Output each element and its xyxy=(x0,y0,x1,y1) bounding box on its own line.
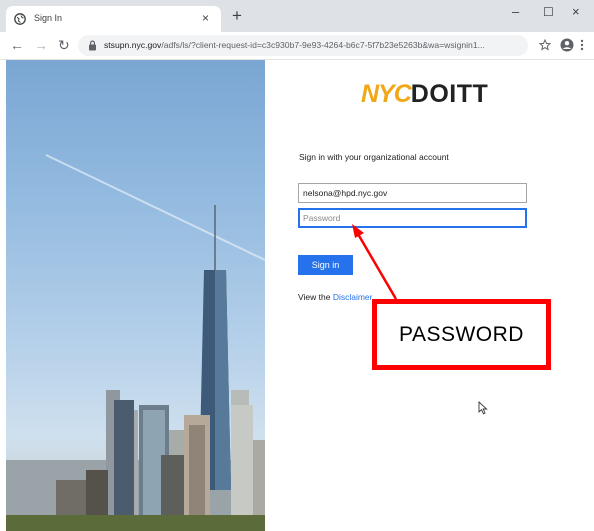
menu-icon[interactable] xyxy=(580,39,584,51)
browser-tab[interactable]: Sign In × xyxy=(6,6,221,32)
annotation-label-box: PASSWORD xyxy=(372,299,551,370)
url-text: stsupn.nyc.gov/adfs/ls/?client-request-i… xyxy=(104,40,524,50)
window-maximize-button[interactable]: ☐ xyxy=(543,4,554,20)
new-tab-button[interactable]: + xyxy=(232,7,242,24)
back-button[interactable]: ← xyxy=(10,37,24,53)
reload-button[interactable]: ↻ xyxy=(58,37,70,53)
address-bar[interactable]: stsupn.nyc.gov/adfs/ls/?client-request-i… xyxy=(78,35,528,56)
logo-nyc-text: NYC xyxy=(361,80,412,108)
lock-icon xyxy=(89,40,96,51)
globe-icon xyxy=(14,13,26,25)
window-close-button[interactable]: × xyxy=(572,4,580,20)
account-icon[interactable] xyxy=(560,38,574,52)
star-icon[interactable] xyxy=(539,39,551,51)
logo-doitt-text: DOITT xyxy=(410,80,489,108)
skyline-illustration xyxy=(6,154,265,531)
disclaimer-link[interactable]: Disclaimer xyxy=(333,292,372,302)
email-field[interactable] xyxy=(298,183,527,203)
browser-tab-strip: Sign In × + – ☐ × xyxy=(0,0,594,32)
forward-button[interactable]: → xyxy=(34,37,48,53)
url-host: stsupn.nyc.gov xyxy=(104,40,162,50)
sign-in-button[interactable]: Sign in xyxy=(298,255,353,275)
tab-close-icon[interactable]: × xyxy=(202,10,209,26)
signin-heading: Sign in with your organizational account xyxy=(299,152,449,162)
window-minimize-button[interactable]: – xyxy=(512,4,519,20)
tab-title: Sign In xyxy=(34,13,63,23)
password-field[interactable] xyxy=(298,208,527,228)
url-path: /adfs/ls/?client-request-id=c3c930b7-9e9… xyxy=(161,40,485,50)
city-skyline-image xyxy=(6,60,265,531)
mouse-cursor-icon xyxy=(478,401,488,415)
disclaimer-prefix: View the xyxy=(298,292,333,302)
nyc-doitt-logo: NYCDOITT xyxy=(361,80,488,109)
disclaimer-line: View the Disclaimer. xyxy=(298,292,374,302)
annotation-label: PASSWORD xyxy=(399,322,524,346)
screenshot: Sign In × + – ☐ × ← → ↻ stsupn.nyc.gov/a… xyxy=(0,0,594,531)
browser-toolbar: ← → ↻ stsupn.nyc.gov/adfs/ls/?client-req… xyxy=(0,32,594,60)
